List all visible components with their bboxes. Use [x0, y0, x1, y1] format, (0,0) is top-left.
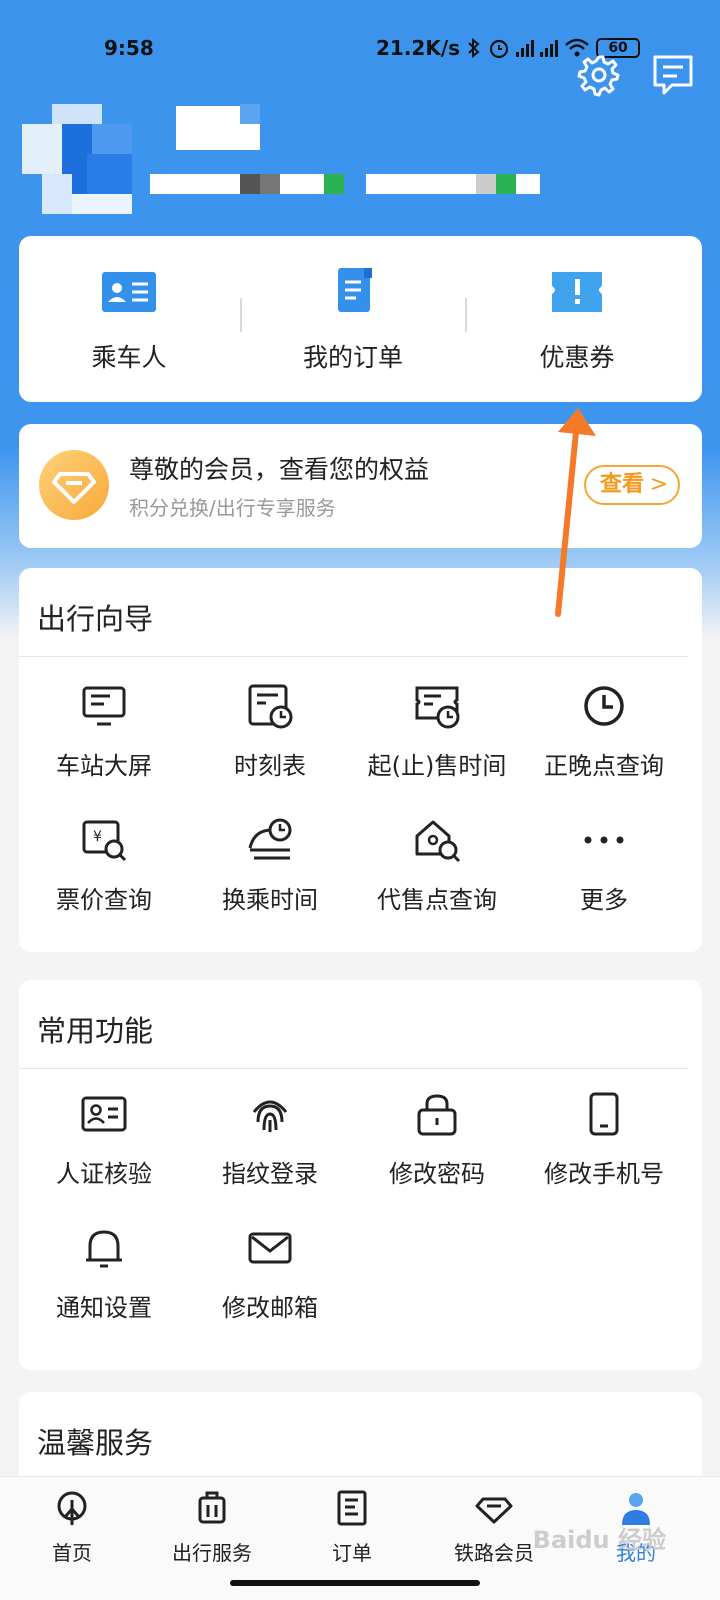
guide-item-label: 票价查询: [56, 886, 152, 914]
quick-my-orders-label: 我的订单: [302, 343, 403, 372]
guide-item-label: 正晚点查询: [544, 752, 664, 780]
section-title: 常用功能: [37, 1014, 154, 1048]
guide-item-label: 代售点查询: [377, 886, 497, 914]
tab-label: 订单: [332, 1541, 372, 1565]
guide-item-sale-time[interactable]: 起(止)售时间: [352, 682, 522, 781]
sale-time-icon: [415, 686, 460, 729]
gear-icon[interactable]: [576, 52, 622, 98]
guide-item-more[interactable]: 更多: [519, 816, 689, 915]
signal-icon: [516, 39, 535, 57]
function-item-label: 修改密码: [389, 1160, 485, 1188]
fare-search-icon: ¥: [82, 820, 127, 862]
function-item-fingerprint[interactable]: 指纹登录: [185, 1090, 355, 1189]
guide-item-label: 换乘时间: [222, 886, 318, 914]
tab-home[interactable]: 首页: [0, 1489, 144, 1566]
guide-item-station-screen[interactable]: 车站大屏: [19, 682, 189, 781]
tab-label: 首页: [52, 1541, 92, 1565]
common-functions-section: 常用功能 人证核验 指纹登录 修改密码 修改手机号 通知设置 修改邮箱: [19, 980, 702, 1370]
member-badge: [39, 450, 109, 520]
avatar[interactable]: [22, 104, 132, 214]
clock-icon: [584, 686, 624, 726]
home-indicator[interactable]: [230, 1580, 480, 1586]
svg-text:¥: ¥: [93, 829, 102, 845]
message-icon[interactable]: [650, 52, 696, 98]
bluetooth-icon: [468, 38, 480, 58]
tab-label: 出行服务: [172, 1541, 252, 1565]
quick-actions-card: 乘车人 我的订单 优惠券: [19, 236, 702, 402]
guide-item-delay-query[interactable]: 正晚点查询: [519, 682, 689, 781]
function-item-change-phone[interactable]: 修改手机号: [519, 1090, 689, 1189]
guide-item-label: 起(止)售时间: [367, 752, 507, 780]
function-item-label: 人证核验: [56, 1160, 152, 1188]
function-item-id-verify[interactable]: 人证核验: [19, 1090, 189, 1189]
function-item-label: 修改手机号: [544, 1160, 664, 1188]
function-item-label: 通知设置: [56, 1294, 152, 1322]
diamond-icon: [475, 1497, 513, 1524]
tab-travel-service[interactable]: 出行服务: [140, 1489, 284, 1566]
function-item-label: 指纹登录: [222, 1160, 318, 1188]
section-title: 温馨服务: [37, 1426, 154, 1460]
quick-my-orders[interactable]: 我的订单: [253, 266, 453, 374]
function-item-notification[interactable]: 通知设置: [19, 1224, 189, 1323]
train-home-icon: [57, 1491, 87, 1525]
guide-item-timetable[interactable]: 时刻表: [185, 682, 355, 781]
phone-icon: [589, 1092, 619, 1136]
station-screen-icon: [82, 686, 126, 726]
travel-guide-section: 出行向导 车站大屏 时刻表 起(止)售时间 正晚点查询 ¥ 票价查询 换乘时间 …: [19, 568, 702, 952]
chevron-right-icon: >: [649, 472, 668, 497]
quick-coupon[interactable]: 优惠券: [477, 266, 677, 374]
guide-item-fare-query[interactable]: ¥ 票价查询: [19, 816, 189, 915]
fingerprint-icon: [252, 1100, 288, 1132]
section-title: 出行向导: [37, 602, 154, 636]
alarm-icon: [489, 39, 509, 59]
signal-hd-icon: [540, 39, 559, 57]
mail-icon: [248, 1232, 292, 1264]
order-doc-icon: [338, 268, 372, 312]
quick-coupon-label: 优惠券: [539, 343, 615, 372]
guide-item-agency-query[interactable]: 代售点查询: [352, 816, 522, 915]
more-icon: [584, 836, 624, 844]
guide-item-label: 更多: [580, 886, 628, 914]
luggage-icon: [198, 1491, 226, 1524]
view-benefits-button[interactable]: 查看 >: [584, 465, 680, 505]
status-time: 9:58: [104, 36, 154, 60]
network-speed: 21.2K/s: [376, 36, 461, 60]
diamond-icon: [52, 472, 96, 504]
transfer-time-icon: [248, 818, 292, 860]
quick-passenger[interactable]: 乘车人: [29, 266, 229, 374]
divider: [19, 1068, 688, 1069]
view-benefits-label: 查看: [600, 472, 645, 497]
passenger-card-icon: [102, 272, 156, 312]
member-banner[interactable]: 尊敬的会员，查看您的权益 积分兑换/出行专享服务 查看 >: [19, 424, 702, 548]
id-verify-icon: [81, 1096, 127, 1132]
function-item-label: 修改邮箱: [222, 1294, 318, 1322]
member-title: 尊敬的会员，查看您的权益: [129, 455, 430, 484]
guide-item-label: 时刻表: [234, 752, 306, 780]
function-item-change-email[interactable]: 修改邮箱: [185, 1224, 355, 1323]
bell-icon: [86, 1230, 122, 1268]
divider: [240, 298, 242, 332]
agency-search-icon: [415, 820, 461, 863]
timetable-icon: [248, 684, 293, 729]
divider: [465, 298, 467, 332]
header-actions: [576, 52, 696, 98]
function-item-change-password[interactable]: 修改密码: [352, 1090, 522, 1189]
guide-item-transfer-time[interactable]: 换乘时间: [185, 816, 355, 915]
tab-orders[interactable]: 订单: [280, 1489, 424, 1566]
member-subtitle: 积分兑换/出行专享服务: [129, 496, 336, 520]
divider: [19, 656, 688, 657]
lock-icon: [417, 1094, 457, 1136]
quick-passenger-label: 乘车人: [91, 343, 167, 372]
watermark: Baidu 经验: [532, 1526, 666, 1554]
coupon-icon: [552, 272, 602, 312]
order-icon: [337, 1490, 367, 1526]
guide-item-label: 车站大屏: [56, 752, 152, 780]
